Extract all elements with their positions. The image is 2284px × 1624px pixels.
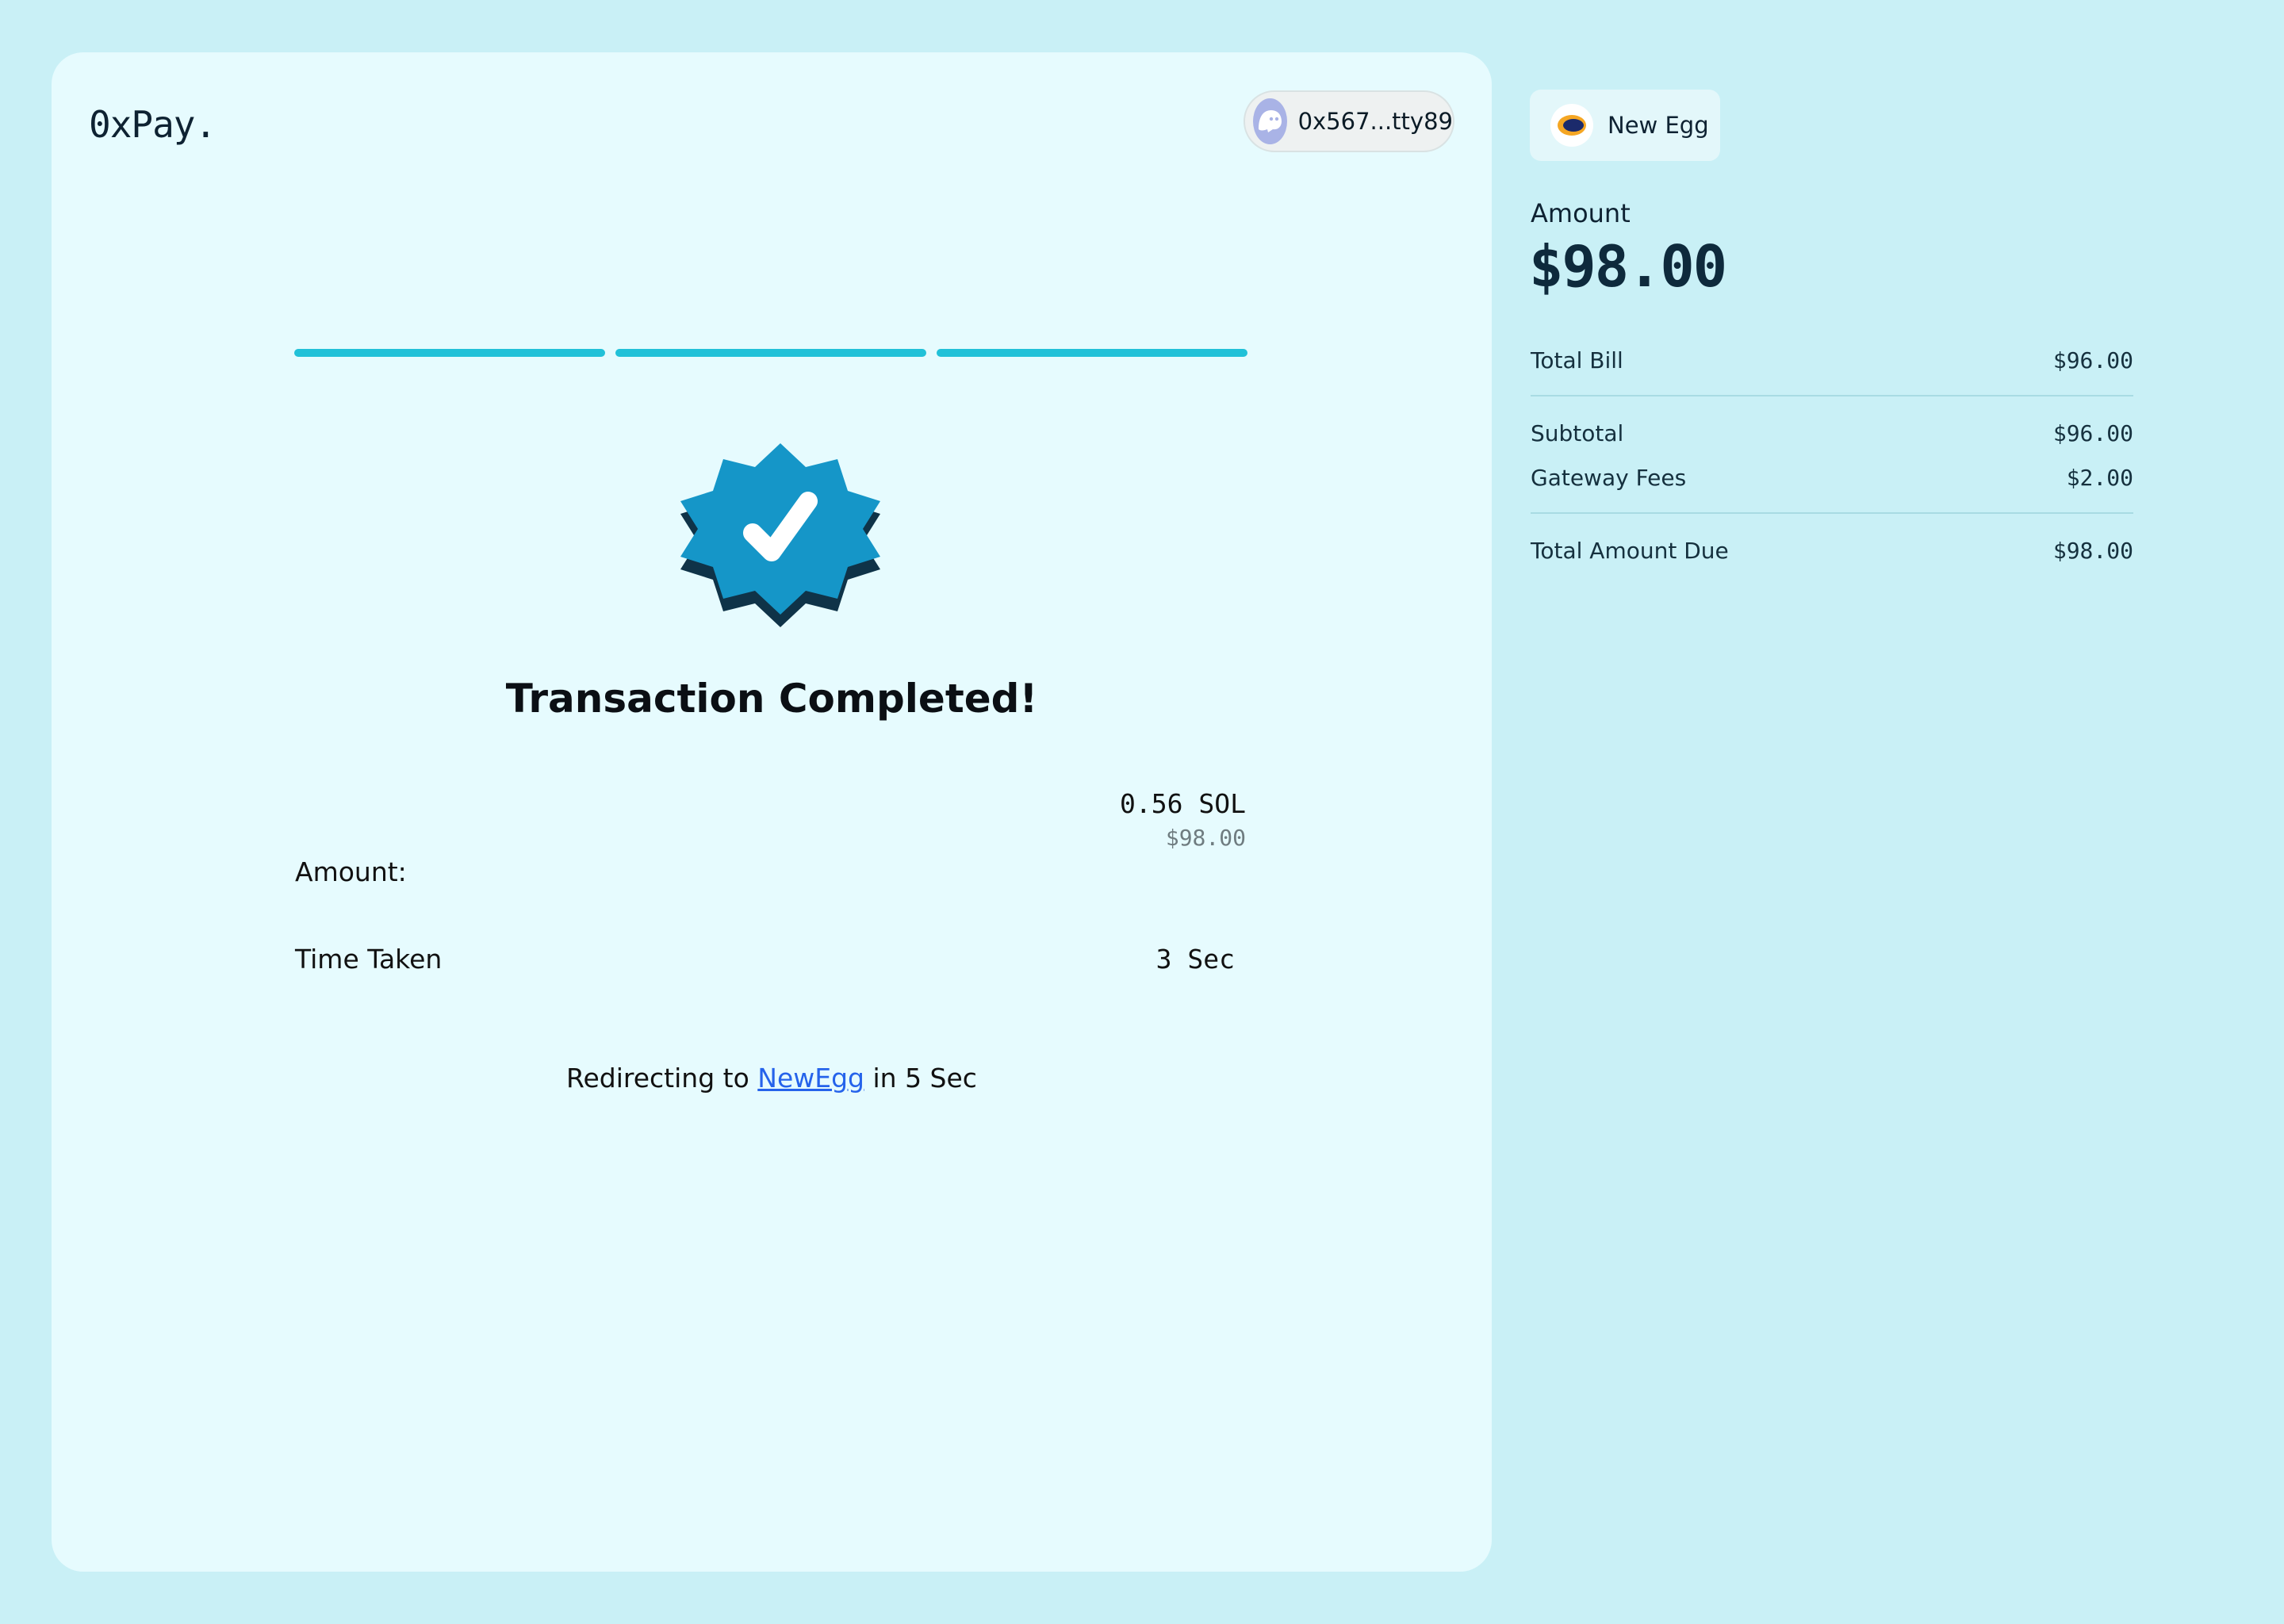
gateway-fees-value: $2.00 (2066, 465, 2133, 491)
summary-amount-value: $98.00 (1529, 233, 1727, 300)
total-bill-label: Total Bill (1531, 347, 1623, 373)
time-taken-label: Time Taken (295, 944, 443, 975)
total-bill-row: Total Bill $96.00 (1531, 347, 2133, 373)
progress-bar (294, 349, 1247, 357)
summary-divider (1531, 512, 2133, 514)
total-due-row: Total Amount Due $98.00 (1531, 538, 2133, 564)
ghost-avatar-icon (1253, 98, 1287, 144)
subtotal-row: Subtotal $96.00 (1531, 420, 2133, 446)
progress-step-1 (294, 349, 605, 357)
merchant-logo-icon (1550, 104, 1593, 147)
merchant-name: New Egg (1608, 112, 1709, 139)
gateway-fees-row: Gateway Fees $2.00 (1531, 465, 2133, 491)
amount-fiat: $98.00 (1165, 825, 1246, 851)
subtotal-label: Subtotal (1531, 420, 1624, 446)
amount-label: Amount: (295, 856, 407, 887)
progress-step-2 (615, 349, 926, 357)
summary-divider (1531, 395, 2133, 396)
wallet-button[interactable]: 0x567...tty89 (1244, 90, 1454, 152)
redirect-suffix: in 5 Sec (864, 1063, 977, 1094)
merchant-chip: New Egg (1530, 90, 1720, 161)
wallet-address: 0x567...tty89 (1297, 108, 1453, 135)
payment-card: 0xPay. 0x567...tty89 Transaction Complet… (52, 52, 1492, 1572)
progress-step-3 (937, 349, 1247, 357)
amount-crypto: 0.56 SOL (1120, 788, 1246, 819)
redirect-message: Redirecting to NewEgg in 5 Sec (52, 1063, 1492, 1094)
merchant-link[interactable]: NewEgg (757, 1063, 864, 1094)
subtotal-value: $96.00 (2052, 420, 2133, 446)
redirect-prefix: Redirecting to (566, 1063, 758, 1094)
gateway-fees-label: Gateway Fees (1531, 465, 1687, 491)
total-due-label: Total Amount Due (1531, 538, 1729, 564)
total-due-value: $98.00 (2052, 538, 2133, 564)
summary-amount-label: Amount (1531, 198, 1631, 228)
time-taken-value: 3 Sec (1155, 944, 1235, 975)
app-logo: 0xPay. (89, 103, 217, 146)
total-bill-value: $96.00 (2052, 347, 2133, 373)
status-title: Transaction Completed! (505, 676, 1038, 722)
verified-badge-icon (680, 443, 880, 627)
